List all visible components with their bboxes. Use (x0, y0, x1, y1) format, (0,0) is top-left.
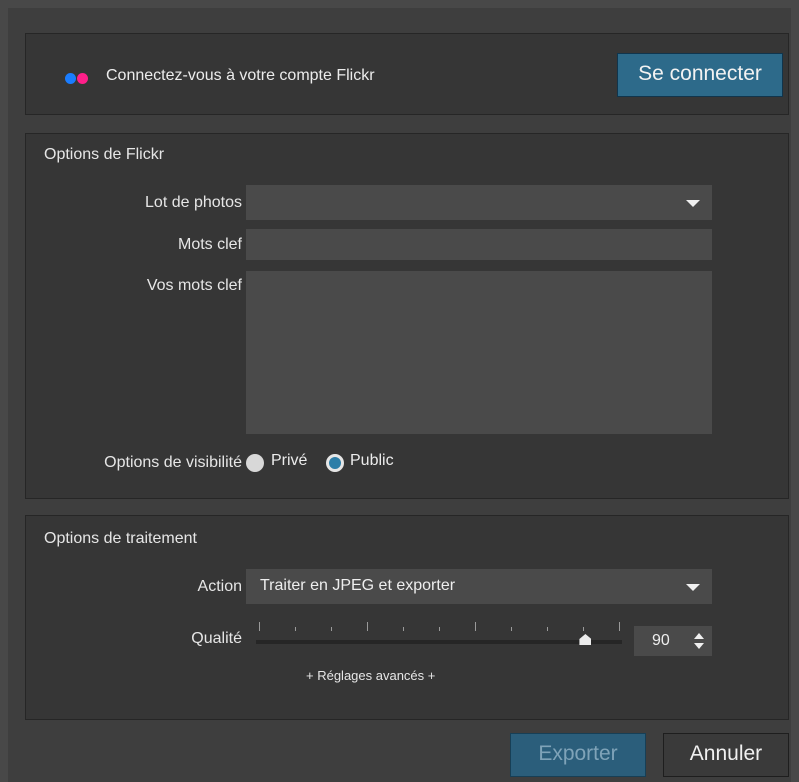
spin-down-icon[interactable] (694, 643, 704, 649)
login-panel: Connectez-vous à votre compte Flickr Se … (25, 33, 789, 115)
processing-options-title: Options de traitement (44, 530, 197, 547)
slider-tick (547, 627, 548, 631)
slider-tick (367, 622, 368, 631)
action-label: Action (197, 578, 242, 595)
action-select[interactable]: Traiter en JPEG et exporter (246, 569, 712, 604)
slider-tick (475, 622, 476, 631)
quality-slider-thumb[interactable] (579, 634, 592, 645)
quality-slider-track[interactable] (256, 640, 622, 644)
processing-options-panel: Options de traitement Action Traiter en … (25, 515, 789, 720)
slider-tick (331, 627, 332, 631)
radio-public-label[interactable]: Public (350, 452, 394, 470)
keywords-label: Mots clef (177, 236, 242, 253)
radio-private[interactable] (246, 454, 264, 472)
action-value: Traiter en JPEG et exporter (260, 577, 456, 594)
slider-tick (583, 627, 584, 631)
connect-button[interactable]: Se connecter (617, 53, 783, 97)
quality-spinbox[interactable]: 90 (634, 626, 712, 656)
photoset-select[interactable] (246, 185, 712, 220)
slider-tick (403, 627, 404, 631)
export-button[interactable]: Exporter (510, 733, 646, 777)
your-keywords-textarea[interactable] (246, 271, 712, 434)
chevron-down-icon (686, 583, 700, 591)
keywords-input[interactable] (246, 229, 712, 260)
quality-value: 90 (652, 632, 670, 649)
advanced-settings-link[interactable]: + Réglages avancés + (306, 668, 435, 683)
spin-up-icon[interactable] (694, 633, 704, 639)
your-keywords-label: Vos mots clef (146, 277, 242, 294)
login-prompt: Connectez-vous à votre compte Flickr (106, 67, 375, 84)
flickr-pink-dot (77, 73, 88, 84)
slider-tick (511, 627, 512, 631)
slider-tick (259, 622, 260, 631)
slider-tick (619, 622, 620, 631)
flickr-logo-icon (65, 73, 91, 85)
chevron-down-icon (686, 199, 700, 207)
cancel-button[interactable]: Annuler (663, 733, 789, 777)
photoset-label: Lot de photos (145, 194, 242, 211)
flickr-export-dialog: Connectez-vous à votre compte Flickr Se … (8, 8, 791, 782)
slider-tick (439, 627, 440, 631)
flickr-options-title: Options de Flickr (44, 146, 165, 163)
quality-label: Qualité (191, 630, 242, 647)
flickr-options-panel: Options de Flickr Lot de photos Mots cle… (25, 133, 789, 499)
radio-public[interactable] (326, 454, 344, 472)
radio-private-label[interactable]: Privé (271, 452, 307, 470)
slider-tick (295, 627, 296, 631)
visibility-label: Options de visibilité (104, 454, 242, 471)
flickr-blue-dot (65, 73, 76, 84)
